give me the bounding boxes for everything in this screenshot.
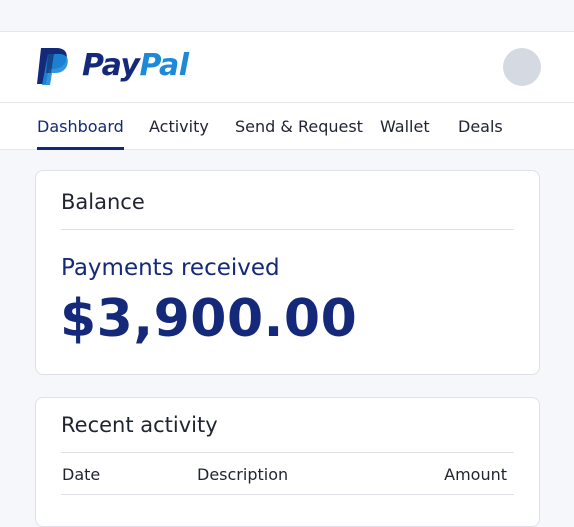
paypal-p-icon bbox=[37, 48, 68, 85]
recent-activity-title: Recent activity bbox=[61, 413, 218, 437]
column-header-description[interactable]: Description bbox=[197, 465, 288, 484]
balance-amount: $3,900.00 bbox=[60, 289, 358, 349]
balance-divider bbox=[61, 229, 514, 230]
recent-activity-card: Recent activity Date Description Amount bbox=[35, 397, 540, 527]
paypal-logo[interactable]: PayPal bbox=[36, 46, 189, 86]
balance-title: Balance bbox=[61, 190, 145, 214]
activity-divider-header bbox=[61, 494, 514, 495]
tab-activity[interactable]: Activity bbox=[149, 103, 209, 149]
tab-deals[interactable]: Deals bbox=[458, 103, 503, 149]
payments-received-label: Payments received bbox=[61, 255, 280, 281]
tab-wallet[interactable]: Wallet bbox=[380, 103, 430, 149]
header: PayPal bbox=[0, 32, 574, 103]
browser-top-strip bbox=[0, 0, 574, 32]
tab-send-request[interactable]: Send & Request bbox=[235, 103, 363, 149]
avatar[interactable] bbox=[503, 48, 541, 86]
column-header-date[interactable]: Date bbox=[62, 465, 100, 484]
tab-dashboard[interactable]: Dashboard bbox=[37, 103, 124, 150]
balance-card: Balance Payments received $3,900.00 bbox=[35, 170, 540, 375]
paypal-wordmark: PayPal bbox=[82, 48, 189, 83]
main-nav: Dashboard Activity Send & Request Wallet… bbox=[0, 103, 574, 150]
activity-divider-top bbox=[61, 452, 514, 453]
column-header-amount[interactable]: Amount bbox=[444, 465, 507, 484]
